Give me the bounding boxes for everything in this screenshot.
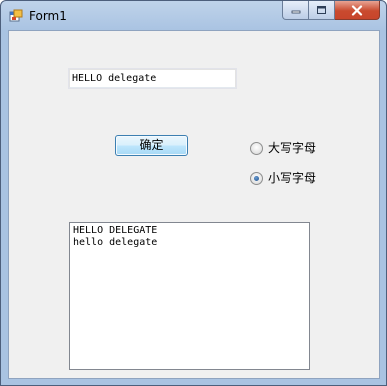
- text-input[interactable]: HELLO delegate: [68, 68, 237, 89]
- form1-window: Form1 HELLO delegate 确定 大写字母 小写字母 HELLO …: [0, 0, 387, 386]
- radio-lowercase[interactable]: 小写字母: [250, 170, 316, 186]
- caption-buttons: [282, 1, 380, 21]
- ok-button[interactable]: 确定: [115, 135, 188, 156]
- output-line[interactable]: HELLO DELEGATE: [73, 225, 306, 237]
- window-title: Form1: [29, 9, 67, 23]
- title-bar[interactable]: Form1: [1, 1, 386, 29]
- maximize-icon: [317, 6, 326, 14]
- form-app-icon[interactable]: [9, 9, 23, 23]
- text-input-value: HELLO delegate: [72, 73, 157, 84]
- close-icon: [351, 4, 363, 16]
- radio-selected-dot: [254, 175, 259, 181]
- radio-uppercase-circle[interactable]: [250, 141, 263, 155]
- close-button[interactable]: [335, 1, 380, 20]
- maximize-button[interactable]: [309, 1, 335, 20]
- minimize-icon: [291, 10, 300, 14]
- radio-uppercase[interactable]: 大写字母: [250, 140, 316, 156]
- radio-lowercase-label[interactable]: 小写字母: [268, 170, 316, 186]
- minimize-button[interactable]: [282, 1, 309, 20]
- output-line[interactable]: hello delegate: [73, 237, 306, 249]
- radio-lowercase-circle[interactable]: [250, 171, 263, 185]
- radio-uppercase-label[interactable]: 大写字母: [268, 140, 316, 156]
- output-listbox[interactable]: HELLO DELEGATE hello delegate: [69, 222, 310, 370]
